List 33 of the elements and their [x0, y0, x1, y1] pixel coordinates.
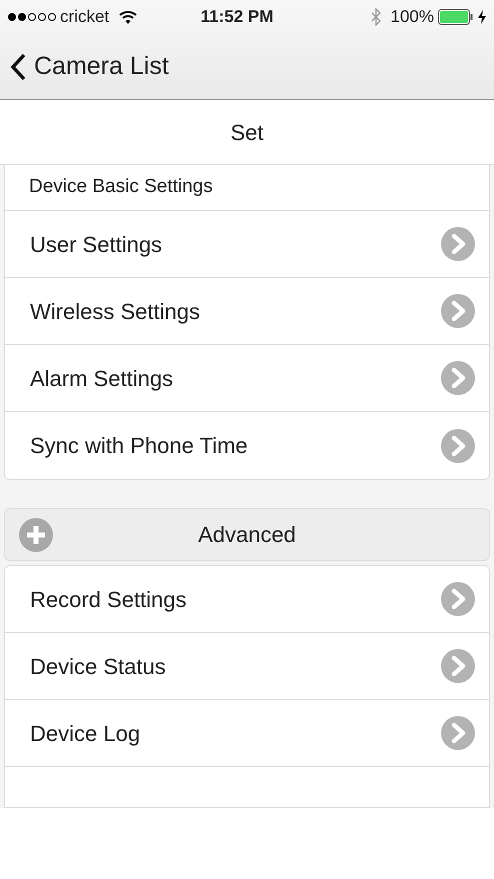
settings-row[interactable]: User Settings — [5, 211, 489, 278]
chevron-right-icon — [441, 294, 475, 328]
settings-row[interactable]: Record Settings — [5, 566, 489, 633]
bluetooth-icon — [370, 8, 381, 26]
settings-row[interactable]: Device Log — [5, 700, 489, 767]
battery-icon — [438, 9, 474, 25]
chevron-right-icon — [441, 649, 475, 683]
row-label: Device Log — [30, 720, 140, 748]
row-label: Alarm Settings — [30, 364, 174, 393]
chevron-right-icon — [441, 716, 475, 750]
settings-row[interactable]: Sync with Phone Time — [5, 412, 489, 479]
back-button[interactable]: Camera List — [10, 48, 169, 86]
row-label: Sync with Phone Time — [30, 432, 248, 460]
chevron-right-icon — [441, 428, 475, 462]
plus-circle-icon — [19, 518, 53, 552]
row-label: Device Status — [30, 652, 166, 680]
chevron-right-icon — [441, 227, 475, 261]
settings-row[interactable]: Device Status — [5, 633, 489, 700]
back-chevron-icon — [10, 52, 26, 80]
section-header: Device Basic Settings — [5, 165, 489, 211]
battery-percent: 100% — [390, 6, 434, 28]
carrier-name: cricket — [60, 6, 110, 28]
settings-row[interactable]: Alarm Settings — [5, 345, 489, 412]
row-label: Record Settings — [30, 586, 187, 614]
row-label: Wireless Settings — [30, 298, 200, 326]
row-label: User Settings — [30, 230, 162, 259]
advanced-toggle[interactable]: Advanced — [4, 508, 490, 561]
chevron-right-icon — [441, 361, 475, 395]
wifi-icon — [119, 10, 138, 24]
chevron-right-icon — [441, 582, 475, 616]
signal-icon — [8, 13, 56, 21]
settings-row[interactable]: Wireless Settings — [5, 278, 489, 345]
clock-time: 11:52 PM — [200, 6, 274, 28]
